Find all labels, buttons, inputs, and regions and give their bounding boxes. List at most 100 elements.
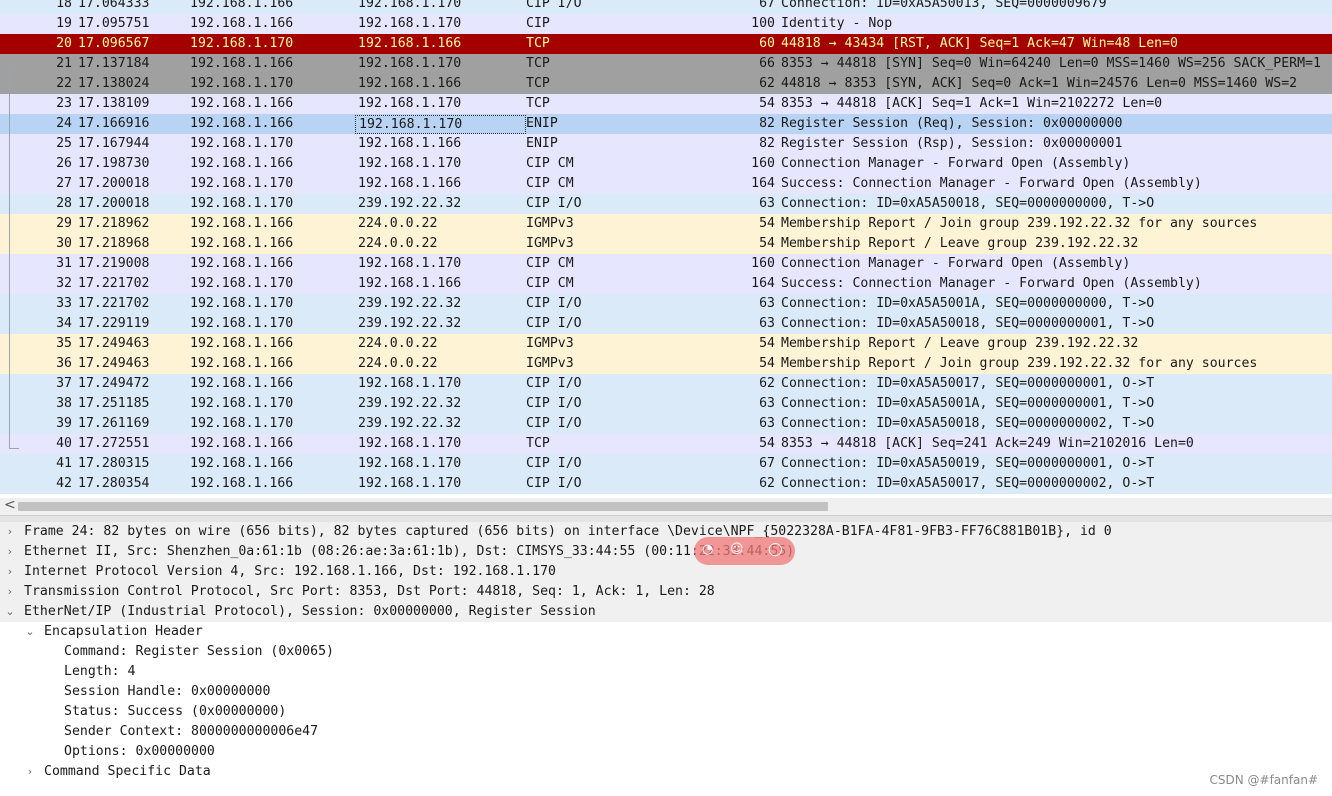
detail-tree-item[interactable]: Options: 0x00000000 [0,742,1332,762]
packet-dst-cell: 192.168.1.170 [358,96,462,111]
packet-time-cell: 17.251185 [78,396,150,411]
packet-row[interactable]: 29 17.218962 192.168.1.166 224.0.0.22 IGMPv3… [0,214,1332,234]
packet-time-cell: 17.280315 [78,456,150,471]
packet-dst-cell: 192.168.1.170 [358,376,462,391]
packet-len-cell: 160 [751,156,775,171]
packet-row[interactable]: 25 17.167944 192.168.1.170 192.168.1.166 ENI… [0,134,1332,154]
packet-time-cell: 17.261169 [78,416,150,431]
packet-row[interactable]: 37 17.249472 192.168.1.166 192.168.1.170 CIP… [0,374,1332,394]
packet-src-cell: 192.168.1.170 [190,136,294,151]
detail-tree-item[interactable]: › Transmission Control Protocol, Src Port… [0,582,1332,602]
packet-src-cell: 192.168.1.170 [190,36,294,51]
packet-time-cell: 17.200018 [78,196,150,211]
expand-right-icon[interactable]: › [4,542,16,562]
packet-dst-cell: 192.168.1.170 [355,115,526,134]
packet-proto-cell: CIP [526,16,550,31]
detail-tree-item[interactable]: Status: Success (0x00000000) [0,702,1332,722]
packet-row[interactable]: 23 17.138109 192.168.1.166 192.168.1.170 TCP… [0,94,1332,114]
packet-src-cell: 192.168.1.166 [190,56,294,71]
packet-row[interactable]: 20 17.096567 192.168.1.170 192.168.1.166 TCP… [0,34,1332,54]
detail-tree-item[interactable]: › Internet Protocol Version 4, Src: 192.1… [0,562,1332,582]
packet-no-cell: 30 [56,236,72,251]
packet-time-cell: 17.249472 [78,376,150,391]
packet-proto-cell: ENIP [526,116,558,131]
packet-time-cell: 17.249463 [78,356,150,371]
packet-len-cell: 67 [759,456,775,471]
packet-proto-cell: CIP I/O [526,476,582,491]
packet-src-cell: 192.168.1.166 [190,156,294,171]
packet-row[interactable]: 28 17.200018 192.168.1.170 239.192.22.32 CIP… [0,194,1332,214]
packet-row[interactable]: 18 17.064333 192.168.1.166 192.168.1.170 CIP… [0,0,1332,14]
packet-row[interactable]: 36 17.249463 192.168.1.166 224.0.0.22 IGMPv3… [0,354,1332,374]
packet-row[interactable]: 33 17.221702 192.168.1.170 239.192.22.32 CIP… [0,294,1332,314]
packet-proto-cell: TCP [526,96,550,111]
packet-row[interactable]: 21 17.137184 192.168.1.166 192.168.1.170 TCP… [0,54,1332,74]
packet-row[interactable]: 34 17.229119 192.168.1.170 239.192.22.32 CIP… [0,314,1332,334]
packet-row[interactable]: 39 17.261169 192.168.1.170 239.192.22.32 CIP… [0,414,1332,434]
packet-row[interactable]: 41 17.280315 192.168.1.166 192.168.1.170 CIP… [0,454,1332,474]
detail-tree-item[interactable]: ⌄ EtherNet/IP (Industrial Protocol), Sess… [0,602,1332,622]
packet-info-cell: 8353 → 44818 [ACK] Seq=241 Ack=249 Win=2… [781,436,1194,451]
detail-tree-item[interactable]: Length: 4 [0,662,1332,682]
packet-row[interactable]: 27 17.200018 192.168.1.170 192.168.1.166 CIP… [0,174,1332,194]
packet-info-cell: Connection: ID=0xA5A50017, SEQ=000000000… [781,376,1155,391]
packet-len-cell: 60 [759,36,775,51]
packet-time-cell: 17.198730 [78,156,150,171]
packet-row[interactable]: 19 17.095751 192.168.1.166 192.168.1.170 CIP… [0,14,1332,34]
detail-tree-item[interactable]: › Command Specific Data [0,762,1332,782]
packet-no-cell: 41 [56,456,72,471]
detail-tree-label: Internet Protocol Version 4, Src: 192.16… [24,564,556,579]
packet-proto-cell: CIP CM [526,256,574,271]
packet-src-cell: 192.168.1.170 [190,416,294,431]
detail-tree-item[interactable]: › Ethernet II, Src: Shenzhen_0a:61:1b (08… [0,542,1332,562]
expand-right-icon[interactable]: › [4,522,16,542]
expand-right-icon[interactable]: › [4,562,16,582]
packet-proto-cell: CIP CM [526,276,574,291]
packet-dst-cell: 192.168.1.170 [358,0,462,11]
packet-len-cell: 160 [751,256,775,271]
packet-details-tree[interactable]: › Frame 24: 82 bytes on wire (656 bits), … [0,522,1332,796]
packet-row[interactable]: 32 17.221702 192.168.1.170 192.168.1.166 CIP… [0,274,1332,294]
scroll-left-icon[interactable]: < [4,497,16,513]
expand-right-icon[interactable]: › [4,582,16,602]
packet-row[interactable]: 42 17.280354 192.168.1.166 192.168.1.170 CIP… [0,474,1332,494]
detail-tree-label: Options: 0x00000000 [64,744,215,759]
packet-no-cell: 24 [56,116,72,131]
packet-time-cell: 17.280354 [78,476,150,491]
scrollbar-thumb[interactable] [18,502,828,511]
detail-tree-item[interactable]: Command: Register Session (0x0065) [0,642,1332,662]
packet-dst-cell: 192.168.1.166 [358,176,462,191]
packet-len-cell: 66 [759,56,775,71]
packet-dst-cell: 224.0.0.22 [358,236,438,251]
detail-tree-item[interactable]: ⌄ Encapsulation Header [0,622,1332,642]
expand-down-icon[interactable]: ⌄ [24,622,36,642]
packet-src-cell: 192.168.1.166 [190,436,294,451]
packet-list[interactable]: 18 17.064333 192.168.1.166 192.168.1.170 CIP… [0,0,1332,498]
packet-dst-cell: 192.168.1.166 [358,76,462,91]
packet-time-cell: 17.272551 [78,436,150,451]
expand-right-icon[interactable]: › [24,762,36,782]
detail-tree-item[interactable]: › Frame 24: 82 bytes on wire (656 bits), … [0,522,1332,542]
packet-dst-cell: 224.0.0.22 [358,216,438,231]
packet-row[interactable]: 26 17.198730 192.168.1.166 192.168.1.170 CIP… [0,154,1332,174]
horizontal-scrollbar[interactable]: < [0,497,1332,515]
detail-tree-label: Ethernet II, Src: Shenzhen_0a:61:1b (08:… [24,544,795,559]
packet-proto-cell: IGMPv3 [526,216,574,231]
detail-tree-item[interactable]: Session Handle: 0x00000000 [0,682,1332,702]
packet-row[interactable]: 40 17.272551 192.168.1.166 192.168.1.170 TCP… [0,434,1332,454]
packet-len-cell: 54 [759,216,775,231]
packet-proto-cell: CIP I/O [526,196,582,211]
expand-down-icon[interactable]: ⌄ [4,602,16,622]
packet-info-cell: Connection: ID=0xA5A50018, SEQ=000000000… [781,196,1155,211]
packet-row[interactable]: 24 17.166916 192.168.1.166 192.168.1.170 ENI… [0,114,1332,134]
packet-row[interactable]: 31 17.219008 192.168.1.166 192.168.1.170 CIP… [0,254,1332,274]
packet-row[interactable]: 22 17.138024 192.168.1.170 192.168.1.166 TCP… [0,74,1332,94]
packet-no-cell: 38 [56,396,72,411]
detail-tree-label: Status: Success (0x00000000) [64,704,287,719]
packet-row[interactable]: 30 17.218968 192.168.1.166 224.0.0.22 IGMPv3… [0,234,1332,254]
packet-no-cell: 20 [56,36,72,51]
packet-row[interactable]: 35 17.249463 192.168.1.166 224.0.0.22 IGMPv3… [0,334,1332,354]
packet-no-cell: 42 [56,476,72,491]
packet-row[interactable]: 38 17.251185 192.168.1.170 239.192.22.32 CIP… [0,394,1332,414]
detail-tree-item[interactable]: Sender Context: 8000000000006e47 [0,722,1332,742]
